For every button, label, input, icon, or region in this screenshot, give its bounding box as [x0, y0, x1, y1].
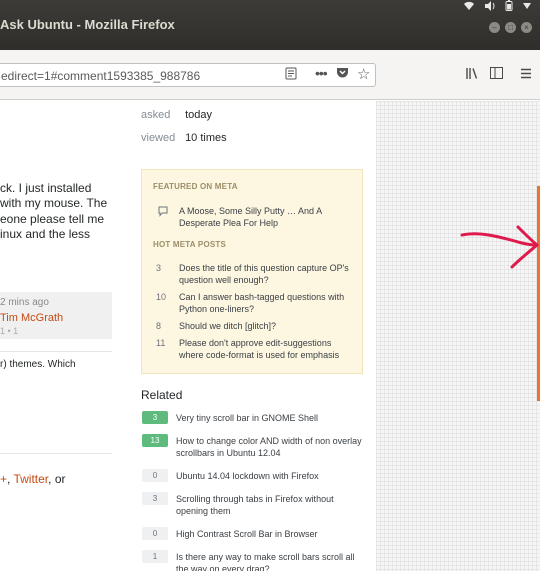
window-title: Ask Ubuntu - Mozilla Firefox: [0, 17, 175, 32]
window-controls: – □ ×: [489, 22, 532, 33]
hot-meta-link[interactable]: Should we ditch [glitch]?: [179, 321, 355, 333]
related-question-link[interactable]: How to change color AND width of non ove…: [176, 436, 366, 459]
url-text[interactable]: edirect=1#comment1593385_988786: [1, 69, 200, 83]
related-question-link[interactable]: High Contrast Scroll Bar in Browser: [176, 529, 366, 541]
question-line: ck. I just installed: [0, 181, 92, 195]
comment-time: 2 mins ago: [0, 297, 49, 308]
related-question-link[interactable]: Ubuntu 14.04 lockdown with Firefox: [176, 471, 366, 483]
featured-meta-box: FEATURED ON META A Moose, Some Silly Put…: [141, 169, 363, 374]
related-score-badge: 3: [142, 411, 168, 424]
divider: [0, 453, 112, 454]
bookmark-star-icon[interactable]: ☆: [357, 65, 370, 83]
library-icon[interactable]: [465, 67, 479, 83]
annotation-arrow-icon: [460, 225, 540, 269]
hot-meta-link[interactable]: Does the title of this question capture …: [179, 263, 355, 286]
page-actions-icon[interactable]: •••: [315, 65, 328, 81]
volume-icon[interactable]: [484, 0, 496, 14]
hot-meta-count: 3: [156, 263, 162, 273]
wifi-icon[interactable]: [463, 1, 475, 14]
hot-meta-count: 10: [156, 292, 167, 302]
power-icon[interactable]: [522, 2, 532, 13]
question-line: with my mouse. The: [0, 196, 108, 211]
featured-item-link[interactable]: A Moose, Some Silly Putty … And A Desper…: [179, 206, 355, 229]
pocket-icon[interactable]: [336, 67, 349, 82]
question-line: eone please tell me: [0, 211, 105, 226]
related-score-badge: 0: [142, 527, 168, 540]
menu-icon[interactable]: [520, 67, 532, 82]
related-heading: Related: [141, 388, 183, 402]
featured-heading: FEATURED ON META: [153, 182, 238, 191]
maximize-button[interactable]: □: [505, 22, 516, 33]
related-question-link[interactable]: Is there any way to make scroll bars scr…: [176, 552, 366, 571]
question-line: inux and the less: [0, 226, 91, 241]
viewed-value: 10 times: [185, 132, 227, 144]
minimize-button[interactable]: –: [489, 22, 500, 33]
comment-card: 2 mins ago Tim McGrath 1 • 1: [0, 292, 112, 339]
share-links: +, Twitter, or: [0, 472, 66, 486]
page-gutter: [376, 101, 540, 571]
related-question-link[interactable]: Scrolling through tabs in Firefox withou…: [176, 494, 366, 517]
battery-icon[interactable]: [505, 0, 513, 14]
asked-row: asked today: [141, 109, 212, 121]
sidebar-toggle-icon[interactable]: [490, 67, 503, 82]
divider: [0, 351, 112, 352]
answer-snippet: r) themes. Which: [0, 359, 76, 370]
related-score-badge: 1: [142, 550, 168, 563]
hot-meta-count: 11: [156, 338, 166, 348]
system-tray: [463, 0, 532, 14]
share-plus-link[interactable]: +: [0, 472, 7, 486]
hot-meta-link[interactable]: Can I answer bash-tagged questions with …: [179, 292, 355, 315]
viewed-row: viewed 10 times: [141, 132, 227, 144]
reader-view-icon[interactable]: [285, 67, 297, 83]
address-bar[interactable]: edirect=1#comment1593385_988786 ••• ☆: [0, 63, 376, 87]
related-score-badge: 0: [142, 469, 168, 482]
related-score-badge: 3: [142, 492, 168, 505]
question-body: ck. I just installed with my mouse. The …: [0, 181, 118, 242]
related-question-link[interactable]: Very tiny scroll bar in GNOME Shell: [176, 413, 366, 425]
asked-label: asked: [141, 109, 171, 121]
hot-meta-count: 8: [156, 321, 162, 331]
comment-user-link[interactable]: Tim McGrath: [0, 312, 63, 324]
viewed-label: viewed: [141, 132, 176, 144]
asked-value: today: [185, 109, 212, 121]
browser-toolbar: edirect=1#comment1593385_988786 ••• ☆: [0, 50, 540, 100]
comment-stats: 1 • 1: [0, 326, 19, 336]
share-twitter-link[interactable]: Twitter: [13, 472, 48, 486]
speech-bubble-icon: [158, 206, 168, 220]
hot-meta-link[interactable]: Please don't approve edit-suggestions wh…: [179, 338, 355, 361]
page-content: asked today viewed 10 times ck. I just i…: [0, 101, 540, 571]
related-score-badge: 13: [142, 434, 168, 447]
hot-meta-heading: HOT META POSTS: [153, 240, 227, 249]
share-tail: , or: [48, 472, 66, 486]
close-button[interactable]: ×: [521, 22, 532, 33]
window-titlebar: Ask Ubuntu - Mozilla Firefox – □ ×: [0, 0, 540, 50]
